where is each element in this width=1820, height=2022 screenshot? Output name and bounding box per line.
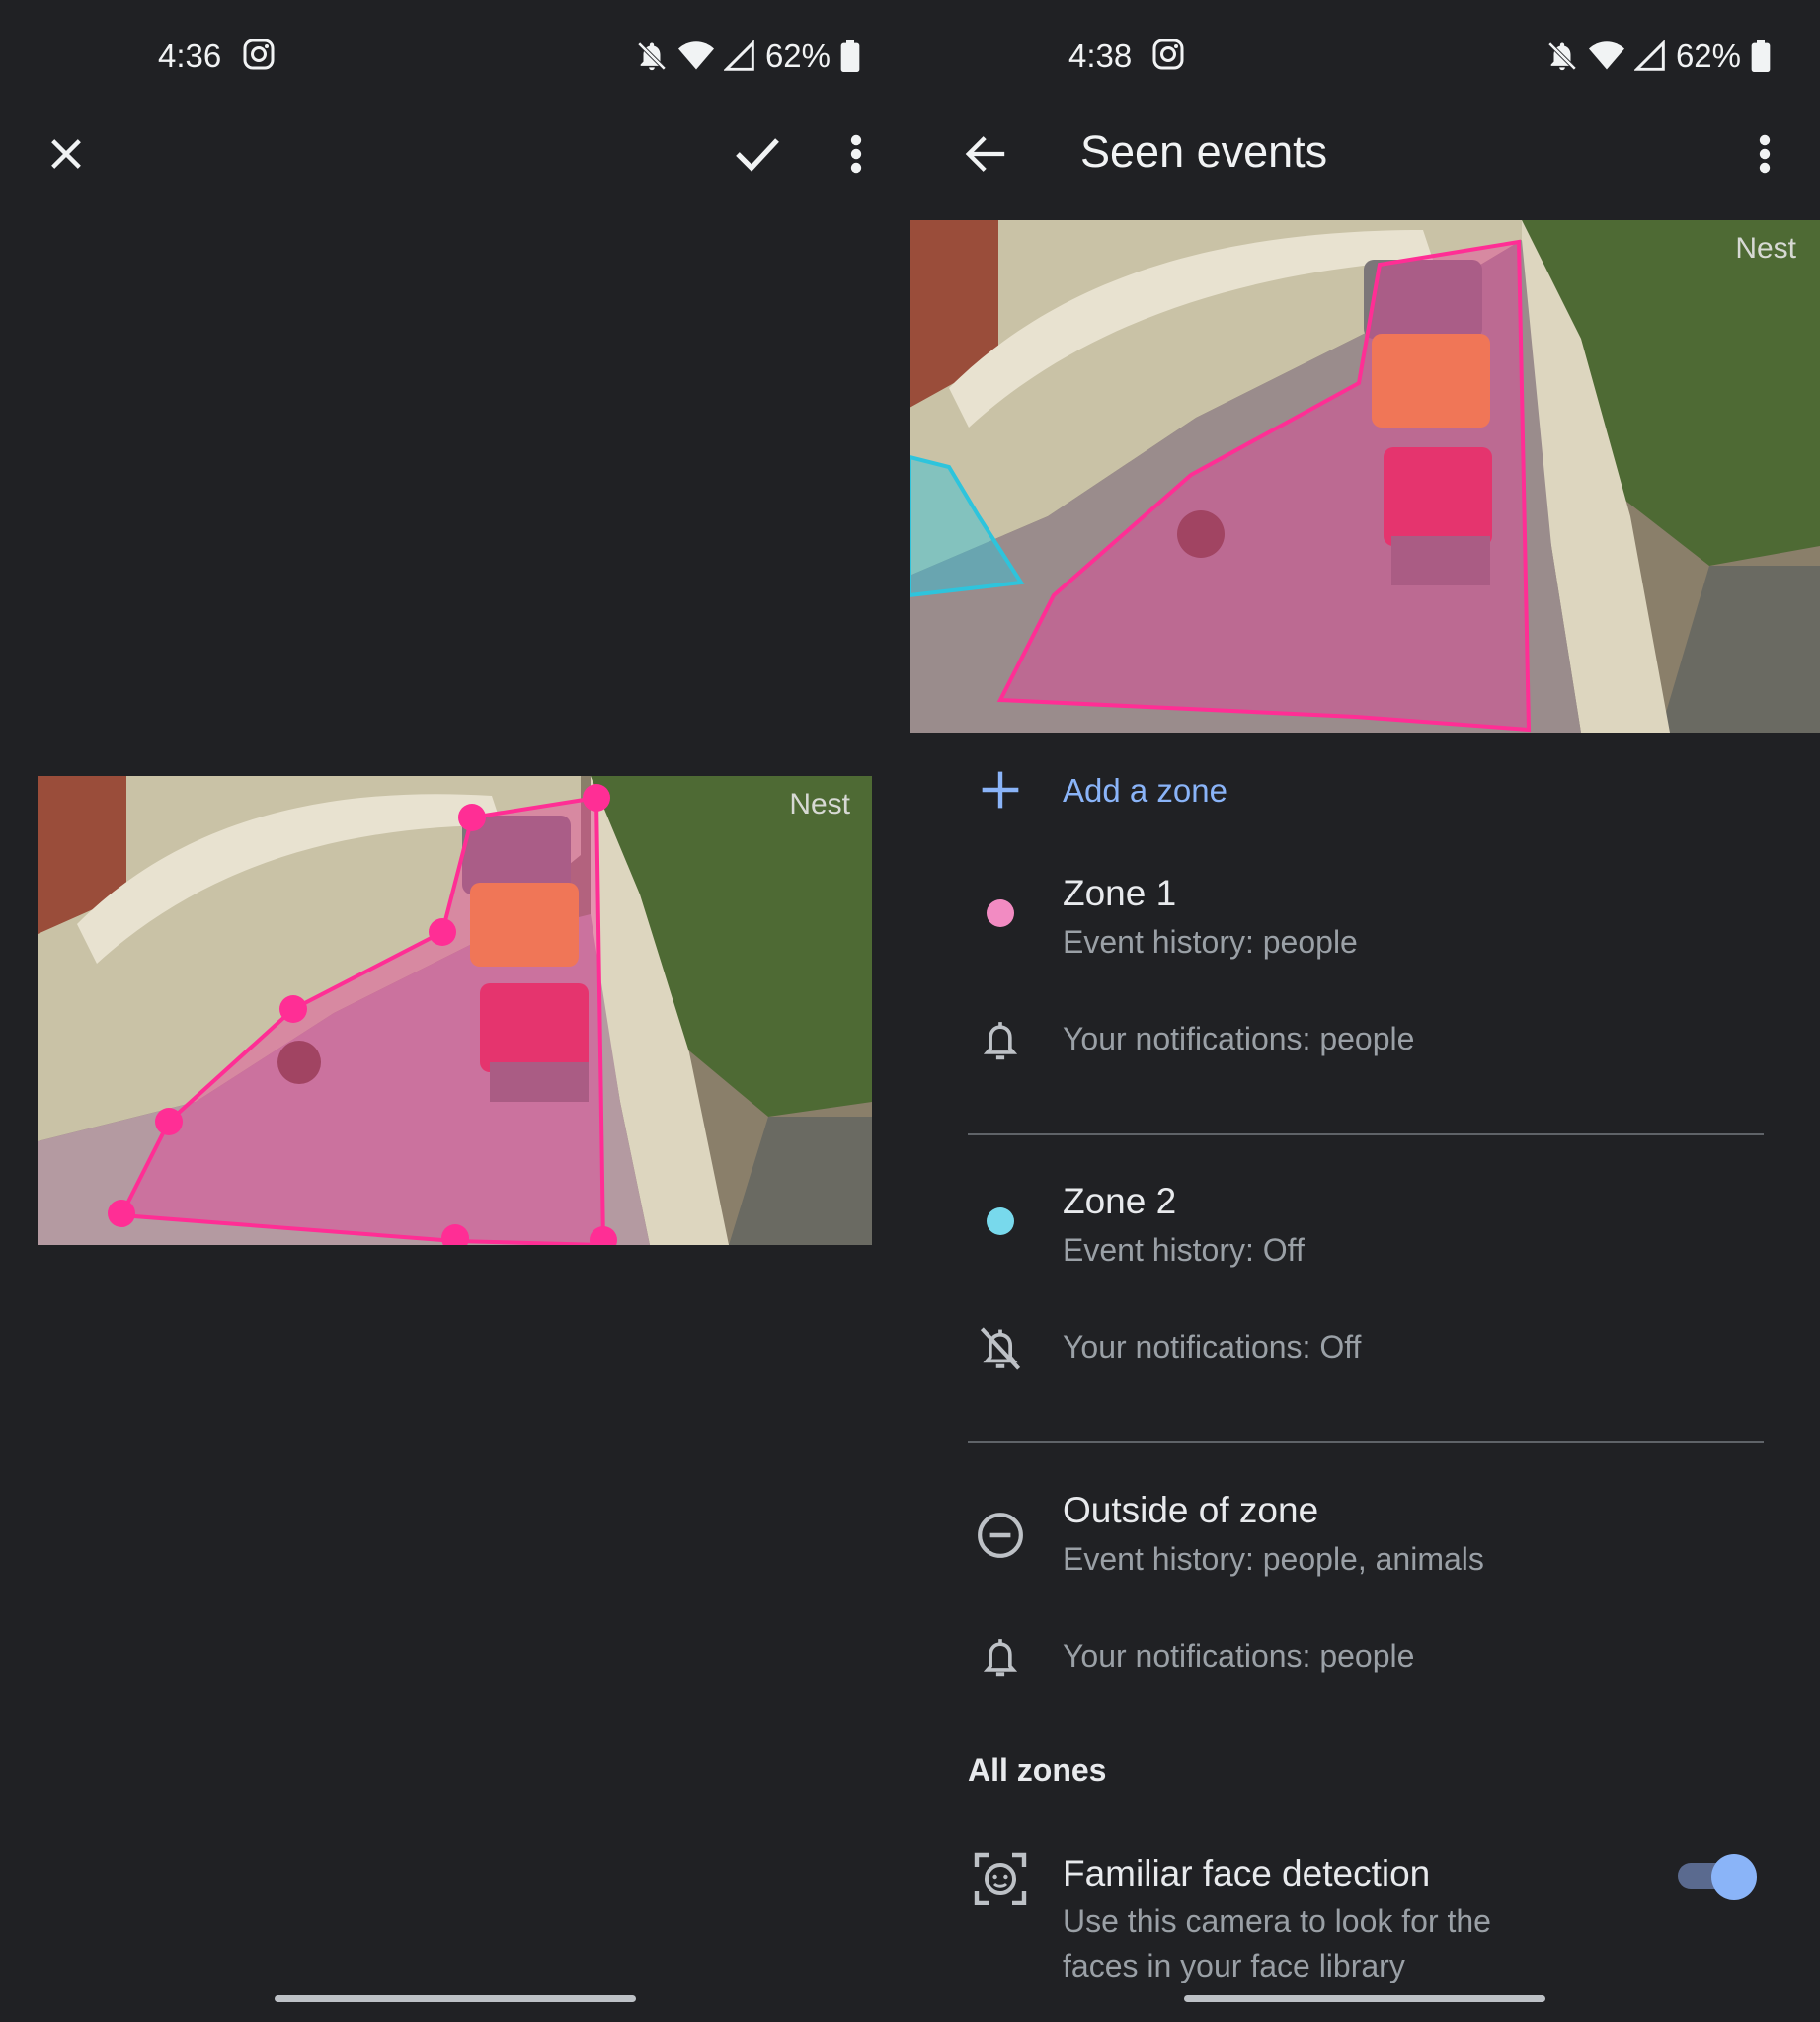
outside-zone-notifications[interactable]: Your notifications: people	[910, 1624, 1820, 1693]
status-time: 4:36	[158, 38, 222, 74]
zone-color-dot	[969, 1190, 1032, 1253]
zone-2-notifications[interactable]: Your notifications: Off	[910, 1315, 1820, 1384]
familiar-face-title: Familiar face detection	[1063, 1853, 1431, 1894]
gesture-bar[interactable]	[275, 1995, 636, 2002]
instagram-icon	[1151, 38, 1185, 71]
cell-signal-icon	[723, 40, 754, 71]
familiar-face-toggle[interactable]	[1678, 1850, 1757, 1900]
zone-notifications: Your notifications: Off	[1063, 1329, 1362, 1364]
more-vert-icon[interactable]	[1729, 118, 1800, 190]
add-zone-button[interactable]: Add a zone	[910, 760, 1820, 819]
battery-percent: 62%	[764, 38, 831, 74]
more-vert-icon[interactable]	[821, 118, 892, 190]
zone-name: Zone 2	[1063, 1181, 1177, 1221]
arrow-back-icon[interactable]	[951, 118, 1022, 190]
camera-preview[interactable]: Nest	[38, 776, 872, 1245]
nest-watermark: Nest	[1735, 232, 1796, 265]
seen-events-screen: 4:38 62% Seen events Nest Add a zone Zon…	[910, 0, 1820, 2022]
close-icon[interactable]	[31, 118, 102, 190]
camera-preview[interactable]: Nest	[910, 220, 1820, 733]
zone-event-history: Event history: people, animals	[1063, 1541, 1484, 1577]
outside-zone-item[interactable]: Outside of zone Event history: people, a…	[910, 1486, 1820, 1604]
status-bar: 4:38 62%	[910, 38, 1820, 77]
section-heading: All zones	[968, 1752, 1107, 1788]
familiar-face-description-line1: Use this camera to look for the	[1063, 1904, 1491, 1939]
gesture-bar[interactable]	[1184, 1995, 1545, 2002]
cell-signal-icon	[1633, 40, 1665, 71]
page-title: Seen events	[1080, 126, 1328, 177]
plus-icon	[969, 758, 1032, 821]
zone-name: Zone 1	[1063, 873, 1177, 913]
status-icons: 62%	[635, 38, 860, 75]
zone-2-item[interactable]: Zone 2 Event history: Off	[910, 1177, 1820, 1295]
zone-color-dot	[969, 882, 1032, 945]
minus-circle-icon	[969, 1504, 1032, 1567]
bell-icon	[969, 1626, 1032, 1689]
battery-icon	[1751, 40, 1771, 72]
check-icon[interactable]	[722, 118, 793, 190]
divider	[968, 1133, 1764, 1135]
bell-icon	[969, 1009, 1032, 1072]
toggle-thumb	[1711, 1854, 1757, 1900]
bell-off-icon	[969, 1317, 1032, 1380]
zone-editor-screen: 4:36 62% Nest	[0, 0, 910, 2022]
instagram-icon	[242, 38, 276, 71]
familiar-face-description-line2: faces in your face library	[1063, 1948, 1405, 1983]
zone-event-history: Event history: people	[1063, 924, 1358, 960]
status-bar: 4:36 62%	[0, 38, 910, 77]
status-icons: 62%	[1545, 38, 1771, 75]
zone-name: Outside of zone	[1063, 1490, 1319, 1530]
zone-notifications: Your notifications: people	[1063, 1021, 1415, 1056]
face-scan-icon	[969, 1847, 1032, 1910]
battery-icon	[840, 40, 860, 72]
bell-off-icon	[1547, 41, 1577, 71]
zone-event-history: Event history: Off	[1063, 1232, 1305, 1268]
wifi-icon	[677, 41, 714, 70]
zone-1-notifications[interactable]: Your notifications: people	[910, 1007, 1820, 1076]
battery-percent: 62%	[1675, 38, 1741, 74]
zone-notifications: Your notifications: people	[1063, 1638, 1415, 1673]
zone-1-item[interactable]: Zone 1 Event history: people	[910, 869, 1820, 987]
wifi-icon	[1588, 41, 1624, 70]
nest-watermark: Nest	[789, 788, 850, 820]
status-time: 4:38	[1068, 38, 1133, 74]
divider	[968, 1441, 1764, 1443]
bell-off-icon	[637, 41, 667, 71]
add-zone-label: Add a zone	[1063, 772, 1227, 809]
